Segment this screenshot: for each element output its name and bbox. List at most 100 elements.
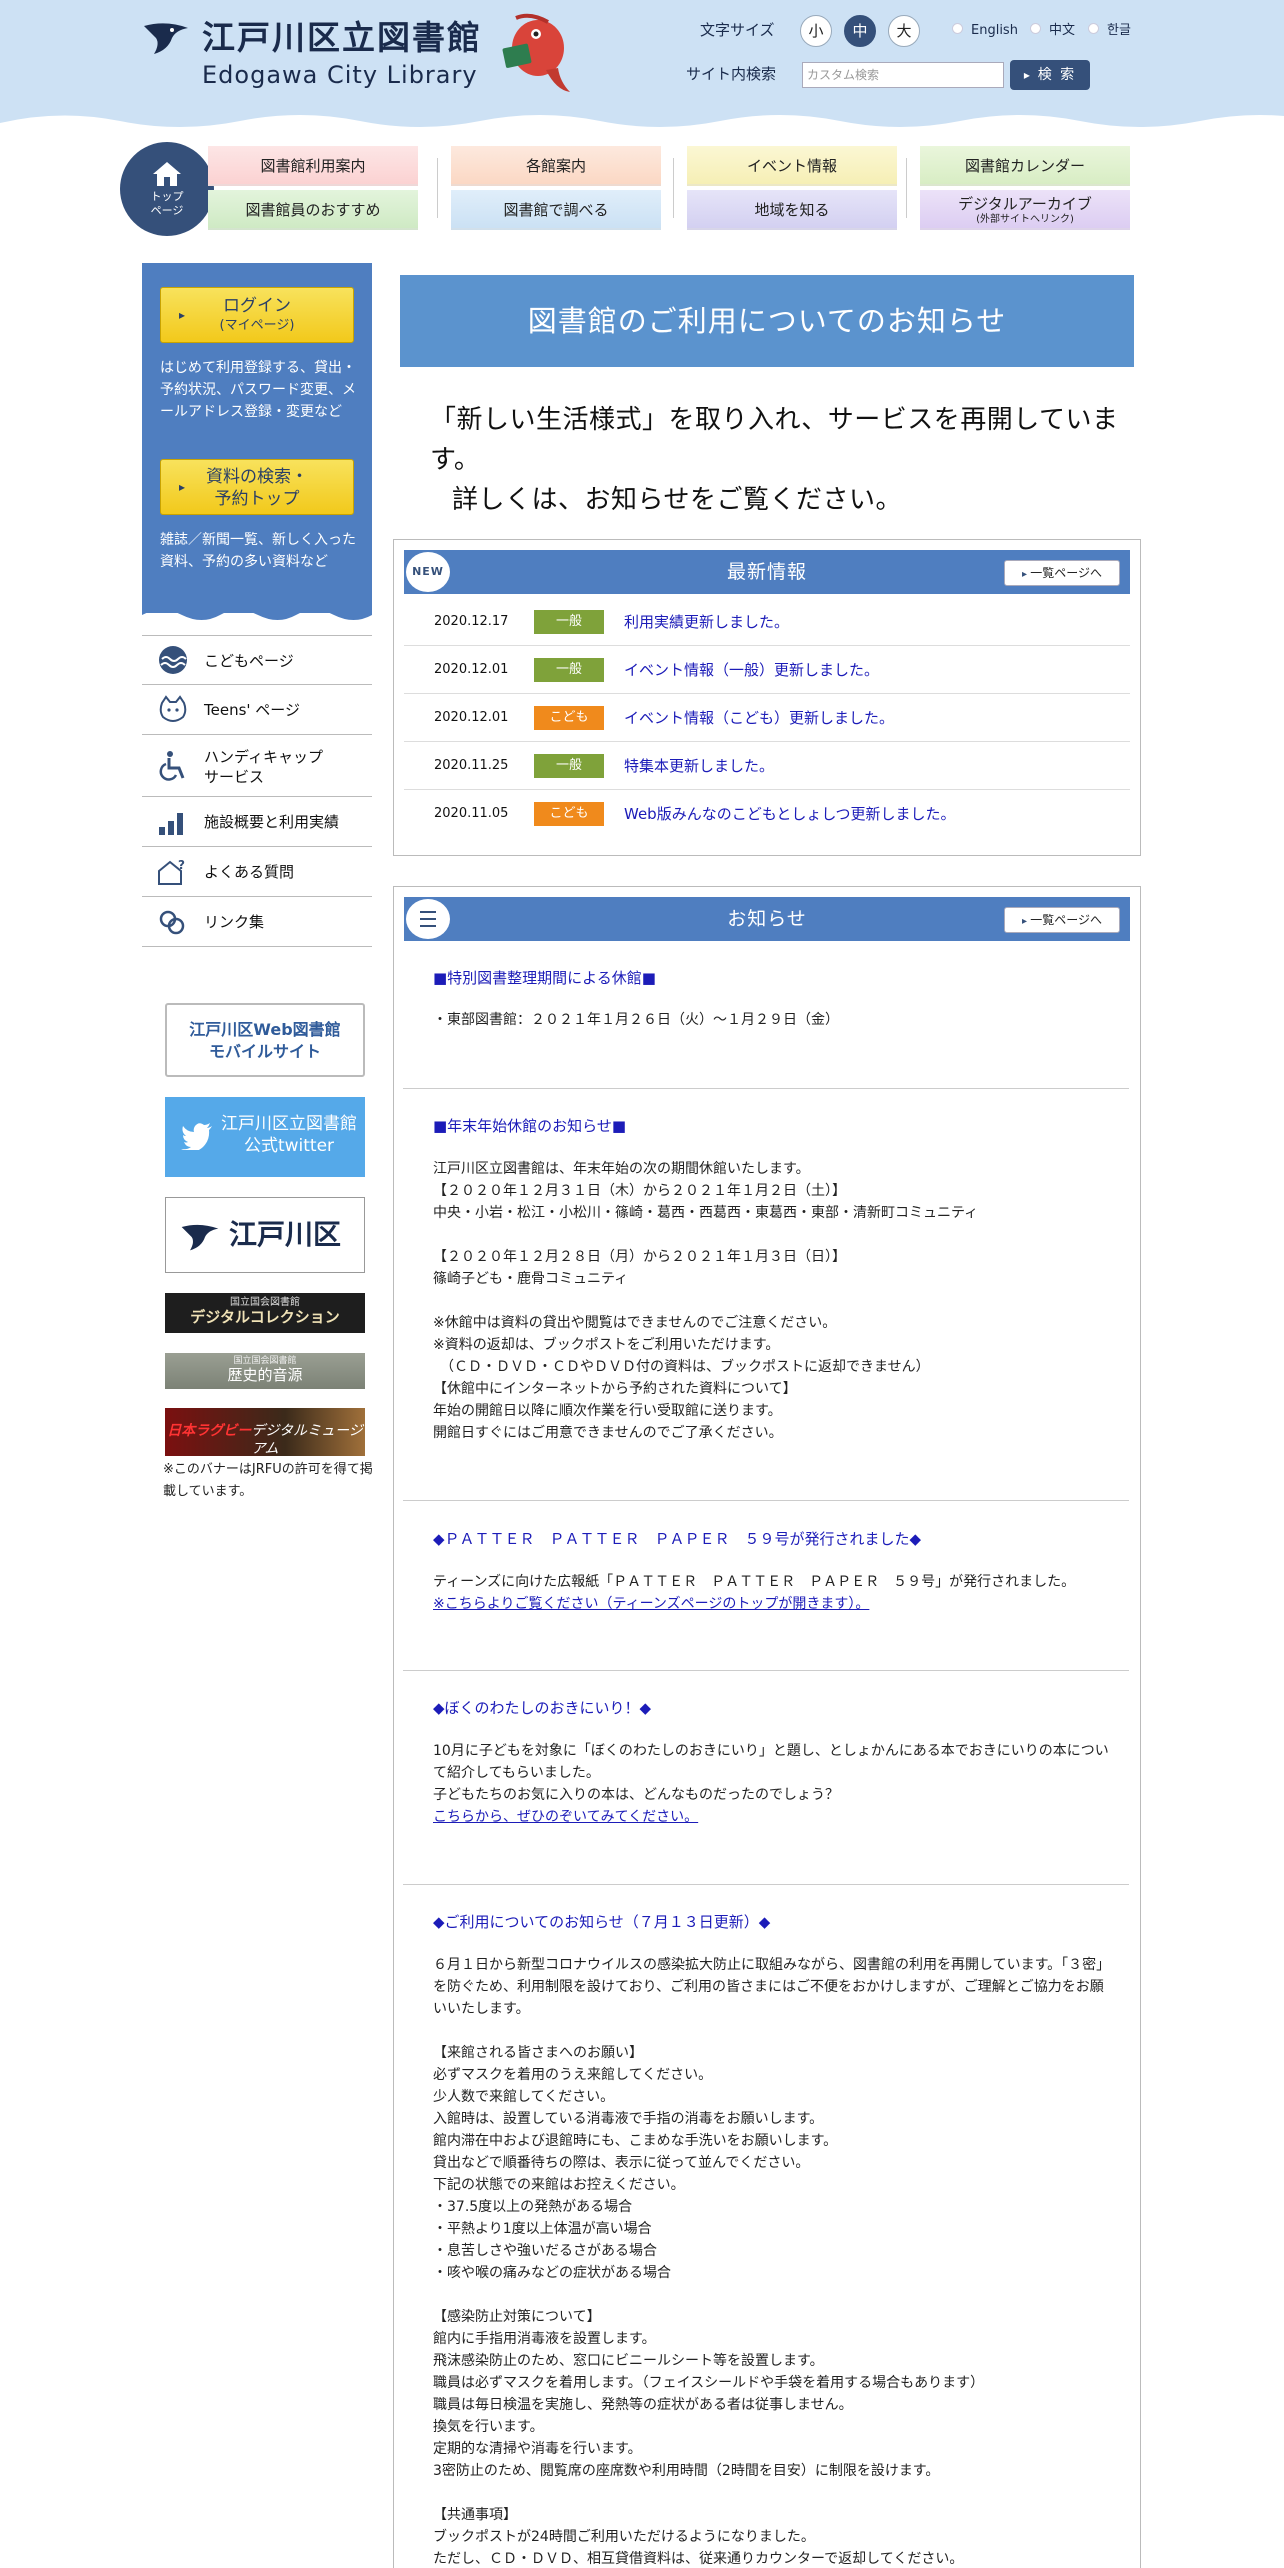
notices-list-page-button[interactable]: 一覧ページへ bbox=[1004, 907, 1120, 933]
home-button[interactable]: トップ ページ bbox=[120, 142, 214, 236]
nav-branch-guide[interactable]: 各館案内 bbox=[451, 146, 661, 186]
main-headline-line1: 「新しい生活様式」を取り入れ、サービスを再開しています。 bbox=[430, 405, 1119, 475]
catalog-search-description: 雑誌／新聞一覧、新しく入った資料、予約の多い資料など bbox=[160, 532, 356, 570]
font-size-small-button[interactable]: 小 bbox=[800, 15, 832, 47]
nav-research[interactable]: 図書館で調べる bbox=[451, 190, 661, 230]
nav-divider bbox=[673, 158, 674, 218]
site-search-input[interactable] bbox=[802, 62, 1004, 88]
notice-title: ◆ぼくのわたしのおきにいり！◆ bbox=[433, 1699, 652, 1717]
news-link[interactable]: イベント情報（こども）更新しました。 bbox=[624, 694, 894, 742]
new-badge-icon: NEW bbox=[406, 552, 450, 592]
sidebar-item-label: 施設概要と利用実績 bbox=[204, 813, 340, 831]
news-link[interactable]: イベント情報（一般）更新しました。 bbox=[624, 646, 879, 694]
site-logo[interactable]: 江戸川区立図書館 Edogawa City Library bbox=[140, 13, 580, 96]
rugby-museum-banner[interactable]: 日本ラグビーデジタルミュージアム bbox=[165, 1408, 365, 1457]
question-house-icon: ? bbox=[158, 858, 185, 885]
news-link[interactable]: Web版みんなのこどもとしょしつ更新しました。 bbox=[624, 790, 956, 838]
news-item: 2020.11.25 一般 特集本更新しました。 bbox=[404, 742, 1130, 790]
main-headline-line2: 詳しくは、お知らせをご覧ください。 bbox=[452, 485, 902, 515]
login-description: はじめて利用登録する、貸出・予約状況、パスワード変更、メールアドレス登録・変更な… bbox=[160, 360, 356, 420]
news-date: 2020.12.01 bbox=[434, 710, 509, 725]
notice-divider bbox=[403, 1670, 1129, 1671]
favorites-page-link[interactable]: こちらから、ぜひのぞいてみてください。 bbox=[433, 1809, 698, 1825]
ndl-digital-banner[interactable]: 国立国会図書館 デジタルコレクション bbox=[165, 1293, 365, 1333]
catalog-search-label-2: 予約トップ bbox=[214, 489, 300, 509]
news-link[interactable]: 利用実績更新しました。 bbox=[624, 598, 789, 646]
nav-events[interactable]: イベント情報 bbox=[687, 146, 897, 186]
news-list-page-button[interactable]: 一覧ページへ bbox=[1004, 560, 1120, 586]
sidebar-item-label: ハンディキャップ bbox=[204, 748, 323, 766]
login-button[interactable]: ログイン (マイページ) bbox=[160, 287, 354, 343]
news-link[interactable]: 特集本更新しました。 bbox=[624, 742, 774, 790]
sidebar-item-teens[interactable]: Teens' ページ bbox=[142, 685, 372, 735]
sidebar-item-handicap[interactable]: ハンディキャップ サービス bbox=[142, 735, 372, 797]
home-label-1: トップ bbox=[150, 190, 184, 203]
sidebar-item-label: リンク集 bbox=[204, 913, 265, 931]
nav-usage-guide[interactable]: 図書館利用案内 bbox=[208, 146, 418, 186]
news-category-badge: 一般 bbox=[534, 658, 604, 682]
rugby-banner-main: デジタルミュージアム bbox=[251, 1423, 363, 1457]
sidebar-item-label: こどもページ bbox=[204, 652, 294, 670]
news-category-badge: 一般 bbox=[534, 610, 604, 634]
catalog-search-label-1: 資料の検索・ bbox=[206, 467, 308, 487]
notice-body: ・東部図書館：２０２１年１月２６日（火）〜１月２９日（金） bbox=[433, 1012, 839, 1028]
mobile-site-banner[interactable]: 江戸川区Web図書館 モバイルサイト bbox=[165, 1003, 365, 1077]
login-button-sub: (マイページ) bbox=[219, 318, 295, 333]
sidebar-item-label: Teens' ページ bbox=[204, 701, 300, 719]
svg-text:?: ? bbox=[178, 858, 185, 872]
news-date: 2020.12.17 bbox=[434, 614, 509, 629]
twitter-banner-line2: 公式twitter bbox=[243, 1136, 335, 1156]
font-size-medium-button[interactable]: 中 bbox=[844, 15, 876, 47]
mobile-banner-line2: モバイルサイト bbox=[208, 1042, 321, 1061]
news-date: 2020.11.25 bbox=[434, 758, 509, 773]
nav-librarian-picks[interactable]: 図書館員のおすすめ bbox=[208, 190, 418, 230]
latest-news-panel: NEW 最新情報 一覧ページへ 2020.12.17 一般 利用実績更新しました… bbox=[393, 539, 1141, 856]
bird-logo-icon bbox=[144, 23, 188, 54]
nav-divider bbox=[437, 158, 438, 218]
home-label-2: ページ bbox=[150, 204, 184, 217]
twitter-banner-line1: 江戸川区立図書館 bbox=[221, 1114, 357, 1134]
sidebar-menu: こどもページ Teens' ページ ハンディキャップ サービス 施設概要と利用実… bbox=[142, 635, 372, 947]
twitter-banner[interactable]: 江戸川区立図書館 公式twitter bbox=[165, 1097, 365, 1177]
main-headline: 「新しい生活様式」を取り入れ、サービスを再開しています。 詳しくは、お知らせをご… bbox=[430, 400, 1130, 520]
sidebar-item-links[interactable]: リンク集 bbox=[142, 897, 372, 947]
waves-icon bbox=[159, 646, 187, 674]
historical-audio-banner[interactable]: 国立国会図書館 歴史的音源 bbox=[165, 1353, 365, 1389]
font-size-large-button[interactable]: 大 bbox=[888, 15, 920, 47]
news-item: 2020.12.17 一般 利用実績更新しました。 bbox=[404, 598, 1130, 646]
site-title-jp: 江戸川区立図書館 bbox=[202, 18, 482, 57]
edogawa-banner-label: 江戸川区 bbox=[228, 1218, 341, 1251]
edogawa-city-banner[interactable]: 江戸川区 bbox=[165, 1197, 365, 1273]
notice-item: ■特別図書整理期間による休館■ ・東部図書館：２０２１年１月２６日（火）〜１月２… bbox=[433, 967, 1113, 1031]
sidebar-item-faq[interactable]: ? よくある質問 bbox=[142, 847, 372, 897]
login-button-label: ログイン bbox=[223, 296, 291, 316]
lang-korean-link[interactable]: 한글 bbox=[1088, 20, 1131, 42]
notice-divider bbox=[403, 1088, 1129, 1089]
wheelchair-icon bbox=[159, 750, 185, 781]
news-date: 2020.12.01 bbox=[434, 662, 509, 677]
nav-local-info[interactable]: 地域を知る bbox=[687, 190, 897, 230]
notice-body: 10月に子どもを対象に「ぼくのわたしのおきにいり」と題し、としょかんにある本でお… bbox=[433, 1743, 1109, 1803]
notice-title: ■年末年始休館のお知らせ■ bbox=[433, 1117, 627, 1135]
teens-page-link[interactable]: ※こちらよりご覧ください（ティーンズページのトップが開きます）。 bbox=[433, 1596, 869, 1612]
news-category-badge: こども bbox=[534, 706, 604, 730]
lang-english-link[interactable]: English bbox=[952, 20, 1018, 42]
sidebar-item-kids[interactable]: こどもページ bbox=[142, 635, 372, 685]
notice-title: ◆ご利用についてのお知らせ（７月１３日更新）◆ bbox=[433, 1913, 771, 1931]
sidebar-wave-decoration bbox=[142, 607, 372, 620]
lang-chinese-link[interactable]: 中文 bbox=[1030, 20, 1075, 42]
rekishi-banner-main: 歴史的音源 bbox=[227, 1366, 303, 1384]
nav-divider bbox=[906, 158, 907, 218]
catalog-search-button[interactable]: 資料の検索・ 予約トップ bbox=[160, 459, 354, 515]
site-search-button[interactable]: 検 索 bbox=[1010, 60, 1090, 90]
notice-title: ■特別図書整理期間による休館■ bbox=[433, 969, 656, 987]
nav-digital-archive[interactable]: デジタルアーカイブ (外部サイトへリンク) bbox=[920, 190, 1130, 230]
nav-calendar[interactable]: 図書館カレンダー bbox=[920, 146, 1130, 186]
site-header: 江戸川区立図書館 Edogawa City Library 文字サイズ 小 中 … bbox=[0, 0, 1284, 135]
sidebar-item-facility[interactable]: 施設概要と利用実績 bbox=[142, 797, 372, 847]
notices-title: お知らせ bbox=[727, 908, 807, 930]
sidebar-item-label: よくある質問 bbox=[204, 863, 295, 881]
latest-news-title: 最新情報 bbox=[726, 561, 807, 583]
home-icon bbox=[153, 162, 181, 186]
font-size-label: 文字サイズ bbox=[700, 21, 775, 39]
